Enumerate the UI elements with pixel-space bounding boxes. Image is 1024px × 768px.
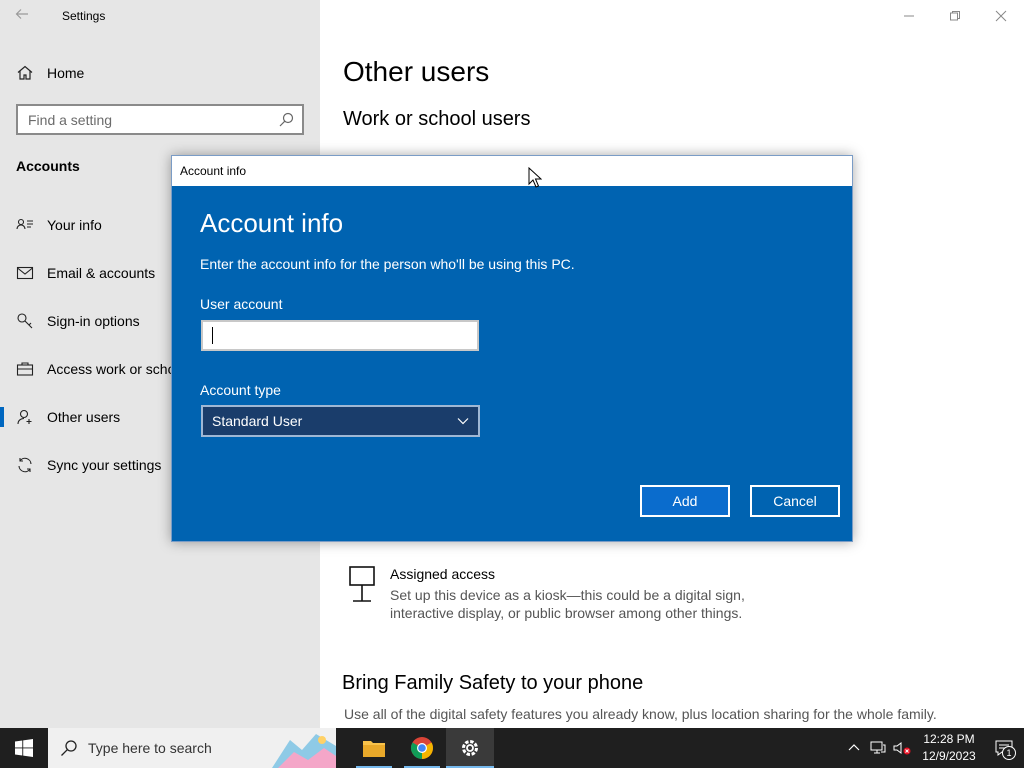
user-account-input[interactable] bbox=[201, 320, 479, 351]
add-button[interactable]: Add bbox=[640, 485, 730, 517]
restore-icon bbox=[950, 11, 960, 21]
assigned-access-link[interactable]: Assigned access bbox=[390, 566, 495, 582]
notification-count-badge: 1 bbox=[1002, 746, 1016, 760]
search-highlight-illustration-icon bbox=[272, 734, 336, 768]
window-controls bbox=[886, 0, 1024, 32]
key-icon bbox=[17, 313, 33, 329]
restore-button[interactable] bbox=[932, 0, 978, 32]
network-icon bbox=[870, 741, 886, 754]
sidebar-item-label: Sync your settings bbox=[47, 457, 162, 473]
taskbar-chrome[interactable] bbox=[398, 728, 446, 768]
family-safety-description: Use all of the digital safety features y… bbox=[344, 706, 937, 722]
minimize-button[interactable] bbox=[886, 0, 932, 32]
home-nav-item[interactable]: Home bbox=[16, 62, 84, 84]
taskbar-settings[interactable] bbox=[446, 728, 494, 768]
chevron-down-icon bbox=[457, 418, 469, 425]
taskbar: Type here to search 12:28 PM 12/9/2023 1 bbox=[0, 728, 1024, 768]
search-icon bbox=[61, 740, 77, 756]
kiosk-icon bbox=[349, 566, 375, 602]
briefcase-icon bbox=[16, 362, 34, 376]
user-account-label: User account bbox=[200, 296, 283, 312]
account-type-dropdown[interactable]: Standard User bbox=[201, 405, 480, 437]
action-center-button[interactable]: 1 bbox=[984, 728, 1024, 768]
taskbar-search[interactable]: Type here to search bbox=[48, 728, 336, 768]
sidebar-item-label: Access work or school bbox=[47, 361, 172, 377]
volume-muted-icon bbox=[893, 742, 911, 755]
mail-icon bbox=[16, 266, 34, 280]
find-setting-search[interactable] bbox=[16, 104, 304, 135]
taskbar-file-explorer[interactable] bbox=[350, 728, 398, 768]
sidebar-item-label: Your info bbox=[47, 217, 102, 233]
folder-icon bbox=[363, 741, 385, 757]
back-arrow-icon bbox=[15, 9, 28, 19]
home-label: Home bbox=[47, 65, 85, 81]
sidebar-item-label: Sign-in options bbox=[47, 313, 140, 329]
work-school-users-heading: Work or school users bbox=[343, 108, 531, 130]
family-safety-heading: Bring Family Safety to your phone bbox=[342, 672, 644, 694]
dialog-titlebar[interactable]: Account info bbox=[172, 156, 852, 186]
gear-icon bbox=[462, 740, 478, 756]
mouse-cursor-icon bbox=[528, 167, 542, 188]
close-button[interactable] bbox=[978, 0, 1024, 32]
dialog-description: Enter the account info for the person wh… bbox=[200, 256, 575, 272]
sidebar-item-label: Email & accounts bbox=[47, 265, 156, 281]
clock-time: 12:28 PM bbox=[923, 732, 975, 746]
system-tray: 12:28 PM 12/9/2023 1 bbox=[842, 728, 1024, 768]
page-title: Other users bbox=[343, 56, 490, 87]
start-button[interactable] bbox=[0, 728, 48, 768]
person-add-icon bbox=[17, 409, 32, 425]
assigned-access-description: Set up this device as a kiosk—this could… bbox=[390, 587, 745, 621]
accounts-section-label: Accounts bbox=[16, 158, 80, 174]
windows-logo-icon bbox=[15, 739, 33, 757]
find-setting-input[interactable] bbox=[28, 111, 278, 128]
cancel-button[interactable]: Cancel bbox=[750, 485, 840, 517]
close-icon bbox=[995, 10, 1007, 22]
account-type-label: Account type bbox=[200, 382, 281, 398]
chrome-icon bbox=[411, 737, 433, 759]
volume-button[interactable] bbox=[890, 728, 914, 768]
dialog-heading: Account info bbox=[200, 208, 344, 238]
text-caret bbox=[212, 327, 213, 344]
minimize-icon bbox=[904, 15, 914, 17]
chevron-up-icon bbox=[848, 744, 860, 751]
app-title: Settings bbox=[62, 9, 106, 23]
sync-icon bbox=[18, 457, 32, 473]
show-hidden-icons-button[interactable] bbox=[842, 728, 866, 768]
network-button[interactable] bbox=[866, 728, 890, 768]
sidebar-item-access-work-school[interactable]: Access work or school bbox=[0, 351, 172, 387]
person-card-icon bbox=[16, 218, 33, 230]
search-icon[interactable] bbox=[278, 112, 294, 128]
taskbar-clock[interactable]: 12:28 PM 12/9/2023 bbox=[914, 731, 984, 765]
account-info-dialog: Account info Account info Enter the acco… bbox=[171, 155, 853, 542]
account-type-value: Standard User bbox=[212, 413, 303, 429]
taskbar-search-placeholder: Type here to search bbox=[88, 740, 212, 756]
clock-date: 12/9/2023 bbox=[922, 749, 976, 763]
home-icon bbox=[17, 65, 33, 80]
sidebar-item-label: Other users bbox=[47, 409, 121, 425]
back-button[interactable] bbox=[14, 6, 34, 26]
